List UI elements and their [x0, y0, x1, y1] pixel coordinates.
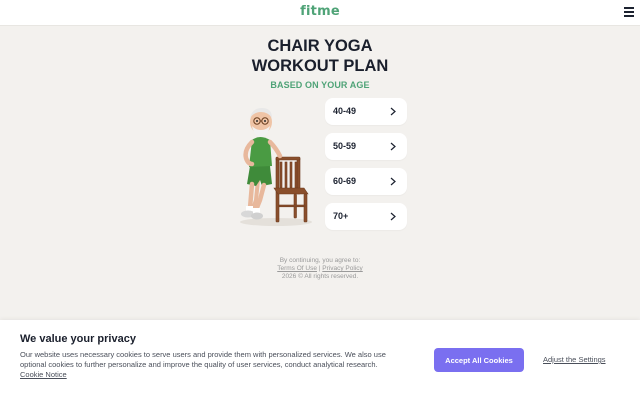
- age-option-label: 70+: [333, 211, 349, 221]
- age-option-70-plus[interactable]: 70+: [325, 203, 407, 230]
- adjust-settings-link[interactable]: Adjust the Settings: [543, 355, 606, 364]
- copyright-text: 2026 © All rights reserved.: [281, 273, 359, 280]
- hamburger-menu-icon[interactable]: [624, 7, 634, 17]
- legal-notice: By continuing, you agree to: Terms Of Us…: [0, 257, 640, 281]
- chevron-right-icon: [390, 142, 396, 151]
- senior-man-with-chair-illustration: [240, 108, 312, 226]
- cookie-banner-text: Our website uses necessary cookies to se…: [20, 350, 386, 369]
- cookie-notice-link[interactable]: Cookie Notice: [20, 370, 67, 379]
- age-option-label: 50-59: [333, 141, 357, 151]
- chevron-right-icon: [390, 177, 396, 186]
- age-options-list: 40-49 50-59 60-69 70+: [325, 98, 407, 238]
- age-option-50-59[interactable]: 50-59: [325, 133, 407, 160]
- page-subtitle: BASED ON YOUR AGE: [270, 80, 370, 90]
- chair-icon: [273, 156, 309, 223]
- age-option-40-49[interactable]: 40-49: [325, 98, 407, 125]
- cookie-banner-title: We value your privacy: [20, 333, 136, 345]
- top-bar: fitme: [0, 0, 640, 26]
- chevron-right-icon: [390, 107, 396, 116]
- cookie-banner: We value your privacy Our website uses n…: [0, 320, 640, 400]
- chevron-right-icon: [390, 212, 396, 221]
- page-title: CHAIR YOGA WORKOUT PLAN: [0, 36, 640, 76]
- accept-all-cookies-button[interactable]: Accept All Cookies: [434, 348, 524, 372]
- legal-links: Terms Of Use | Privacy Policy: [0, 265, 640, 273]
- fitme-logo[interactable]: fitme: [0, 4, 640, 19]
- age-option-60-69[interactable]: 60-69: [325, 168, 407, 195]
- age-option-label: 60-69: [333, 176, 357, 186]
- title-line-1: CHAIR YOGA: [267, 37, 373, 55]
- privacy-policy-link[interactable]: Privacy Policy: [322, 265, 362, 272]
- title-line-2: WORKOUT PLAN: [251, 57, 389, 75]
- terms-of-use-link[interactable]: Terms Of Use: [277, 265, 317, 272]
- age-option-label: 40-49: [333, 106, 357, 116]
- legal-prefix: By continuing, you agree to:: [279, 257, 361, 264]
- legal-separator: |: [318, 265, 321, 272]
